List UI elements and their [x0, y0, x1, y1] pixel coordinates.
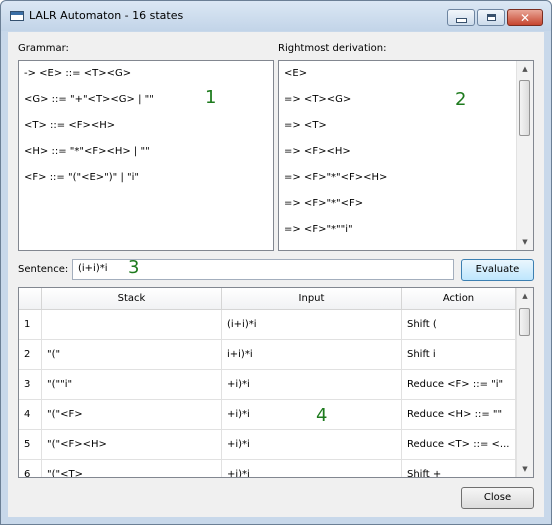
action-cell: Reduce <H> ::= "" [402, 400, 516, 430]
table-row[interactable]: 6 "("<T> +i)*i Shift + [19, 460, 516, 477]
input-column-header[interactable]: Input [222, 288, 402, 310]
grammar-line: <H> ::= "*"<F><H> | "" [24, 146, 150, 157]
close-window-button[interactable]: ✕ [507, 9, 543, 26]
input-cell: +i)*i [222, 400, 402, 430]
grammar-textbox[interactable]: -> <E> ::= <T><G> <G> ::= "+"<T><G> | ""… [18, 60, 274, 251]
action-cell: Shift i [402, 340, 516, 370]
table-row[interactable]: 4 "("<F> +i)*i Reduce <H> ::= "" [19, 400, 516, 430]
input-cell: i+i)*i [222, 340, 402, 370]
row-number: 6 [19, 460, 42, 477]
evaluate-button[interactable]: Evaluate [461, 259, 534, 281]
grammar-line: <T> ::= <F><H> [24, 120, 116, 131]
window-title: LALR Automaton - 16 states [29, 9, 184, 22]
dialog-client-area: Grammar: -> <E> ::= <T><G> <G> ::= "+"<T… [8, 32, 544, 517]
derivation-line: => <F>"*"<F><H> [284, 172, 388, 183]
grammar-line: <F> ::= "("<E>")" | "i" [24, 172, 139, 183]
input-cell: +i)*i [222, 370, 402, 400]
table-scrollbar[interactable]: ▲ ▼ [516, 288, 533, 477]
maximize-icon [486, 14, 496, 21]
stack-cell: "("<T> [42, 460, 222, 477]
app-window: LALR Automaton - 16 states ✕ Grammar: ->… [0, 0, 552, 525]
maximize-button[interactable] [477, 9, 505, 26]
action-cell: Reduce <F> ::= "i" [402, 370, 516, 400]
parse-table[interactable]: Stack Input Action 1 (i+i)*i Shift ( 2 "… [18, 287, 534, 478]
title-bar[interactable]: LALR Automaton - 16 states ✕ [1, 1, 551, 31]
row-number: 5 [19, 430, 42, 460]
window-icon [10, 11, 24, 21]
derivation-textbox[interactable]: <E> => <T><G> => <T> => <F><H> => <F>"*"… [278, 60, 534, 251]
sentence-label: Sentence: [18, 264, 69, 275]
scroll-thumb[interactable] [519, 80, 530, 136]
stack-cell: "("<F><H> [42, 430, 222, 460]
stack-column-header[interactable]: Stack [42, 288, 222, 310]
scroll-down-icon[interactable]: ▼ [517, 461, 533, 477]
input-cell: (i+i)*i [222, 310, 402, 340]
annotation-1: 1 [205, 87, 217, 108]
stack-cell: "(""i" [42, 370, 222, 400]
table-row[interactable]: 3 "(""i" +i)*i Reduce <F> ::= "i" [19, 370, 516, 400]
scroll-down-icon[interactable]: ▼ [517, 234, 533, 250]
action-cell: Shift + [402, 460, 516, 477]
minimize-button[interactable] [447, 9, 475, 26]
derivation-line: => <T><G> [284, 94, 352, 105]
input-cell: +i)*i [222, 460, 402, 477]
grammar-label: Grammar: [18, 43, 69, 54]
scroll-thumb[interactable] [519, 308, 530, 336]
scroll-up-icon[interactable]: ▲ [517, 61, 533, 77]
row-number: 1 [19, 310, 42, 340]
annotation-2: 2 [455, 89, 467, 110]
row-number: 2 [19, 340, 42, 370]
action-cell: Reduce <T> ::= <... [402, 430, 516, 460]
close-button[interactable]: Close [461, 487, 534, 509]
table-row[interactable]: 1 (i+i)*i Shift ( [19, 310, 516, 340]
annotation-4: 4 [316, 405, 328, 426]
action-cell: Shift ( [402, 310, 516, 340]
grammar-line: -> <E> ::= <T><G> [24, 68, 132, 79]
input-cell: +i)*i [222, 430, 402, 460]
derivation-label: Rightmost derivation: [278, 43, 387, 54]
stack-cell [42, 310, 222, 340]
action-column-header[interactable]: Action [402, 288, 516, 310]
stack-cell: "("<F> [42, 400, 222, 430]
stack-cell: "(" [42, 340, 222, 370]
row-number: 4 [19, 400, 42, 430]
annotation-3: 3 [128, 257, 140, 278]
derivation-line: => <F><H> [284, 146, 351, 157]
row-number: 3 [19, 370, 42, 400]
row-number-header [19, 288, 42, 310]
derivation-line: => <F>"*"<F> [284, 198, 364, 209]
close-icon: ✕ [519, 10, 531, 25]
derivation-line: => <T> [284, 120, 327, 131]
table-row[interactable]: 2 "(" i+i)*i Shift i [19, 340, 516, 370]
derivation-scrollbar[interactable]: ▲ ▼ [516, 61, 533, 250]
minimize-icon [455, 18, 467, 23]
derivation-line: <E> [284, 68, 308, 79]
sentence-value: (i+i)*i [78, 263, 108, 274]
table-row[interactable]: 5 "("<F><H> +i)*i Reduce <T> ::= <... [19, 430, 516, 460]
scroll-up-icon[interactable]: ▲ [517, 288, 533, 304]
grammar-line: <G> ::= "+"<T><G> | "" [24, 94, 154, 105]
derivation-line: => <F>"*""i" [284, 224, 353, 235]
